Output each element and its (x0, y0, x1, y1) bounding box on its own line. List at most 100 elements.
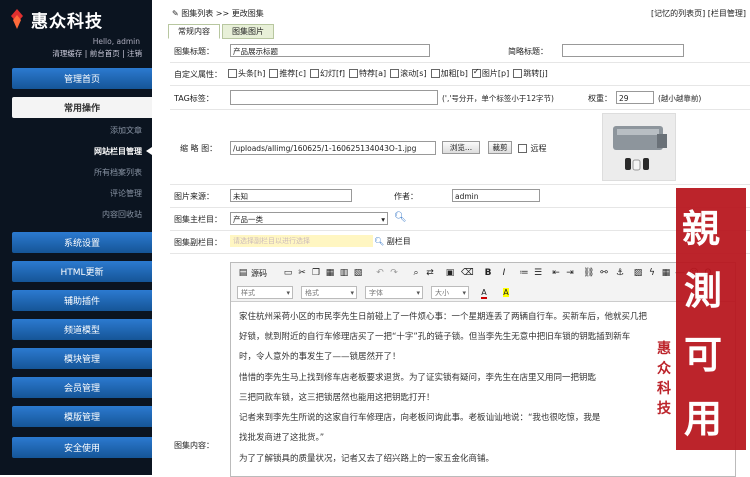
attr-option[interactable]: 图片[p] (471, 67, 510, 78)
attr-option[interactable]: 跳转[j] (513, 69, 548, 78)
weight-input[interactable]: 29 (616, 91, 654, 104)
nav-plugins[interactable]: 辅助插件 (12, 290, 152, 311)
font-combo[interactable]: 字体 (365, 286, 423, 300)
weight-hint: (越小越靠前) (658, 94, 702, 103)
sub-category-field[interactable]: 请选择副栏目以进行选择 (230, 235, 373, 247)
nav-recycle-bin[interactable]: 内容回收站 (102, 209, 142, 220)
attr-checkbox[interactable] (471, 67, 481, 78)
nav-members[interactable]: 会员管理 (12, 377, 152, 398)
paragraph: 记者来到李先生所说的这家自行车修理店，向老板问询此事。老板讪讪地说：“我也很吃惊… (239, 413, 601, 423)
source-label: 图片来源： (174, 192, 214, 201)
current-indicator (146, 147, 152, 155)
short-title-input[interactable] (562, 44, 684, 57)
header-links[interactable]: 清理缓存 | 前台首页 | 注销 (52, 48, 142, 59)
remove-format-icon[interactable]: ⌫ (461, 268, 474, 278)
nav-column-manage[interactable]: 网站栏目管理 (94, 146, 142, 157)
nav-add-article[interactable]: 添加文章 (110, 125, 142, 136)
author-input[interactable]: admin (452, 189, 540, 202)
source-input[interactable]: 未知 (230, 189, 352, 202)
attr-checkbox[interactable] (513, 69, 523, 78)
cut-icon[interactable]: ✂ (297, 268, 307, 278)
select-all-icon[interactable]: ▣ (445, 268, 455, 278)
flash-icon[interactable]: ϟ (647, 268, 657, 278)
attr-option[interactable]: 幻灯[f] (309, 69, 345, 78)
copy-icon[interactable]: ❐ (311, 268, 321, 278)
stamp-char: 親 (682, 207, 721, 251)
sub-category-button[interactable]: 🔍︎ 副栏目 (374, 236, 411, 247)
image-icon[interactable]: ▨ (633, 268, 643, 278)
attr-option[interactable]: 加粗[b] (430, 69, 468, 78)
indent-icon[interactable]: ⇥ (565, 268, 575, 278)
tab-images[interactable]: 图集图片 (222, 24, 274, 39)
crumb-list[interactable]: 图集列表 (181, 9, 213, 18)
bullet-list-icon[interactable]: ☰ (533, 268, 543, 278)
outdent-icon[interactable]: ⇤ (551, 268, 561, 278)
undo-icon[interactable]: ↶ (375, 268, 385, 278)
stamp-small-char: 技 (657, 401, 671, 417)
nav-security[interactable]: 安全使用 (12, 437, 152, 458)
attr-label: 图片[p] (481, 69, 510, 78)
paragraph: 三把同款车锁，这三把锁居然也能用这把钥匙打开！ (239, 393, 435, 403)
nav-channel-model[interactable]: 频道模型 (12, 319, 152, 340)
nav-common-ops[interactable]: 常用操作 (12, 97, 152, 118)
unlink-icon[interactable]: ⚯ (599, 268, 609, 278)
paste-icon[interactable]: ▦ (325, 268, 335, 278)
find-icon[interactable]: ⌕ (411, 268, 421, 278)
attr-option[interactable]: 特荐[a] (349, 69, 386, 78)
tag-row: TAG标签： (','号分开，单个标签小于12字节) 权重： 29 (越小越靠前… (170, 87, 750, 110)
nav-system-settings[interactable]: 系统设置 (12, 232, 152, 253)
nav-modules[interactable]: 模块管理 (12, 348, 152, 369)
link-icon[interactable]: ⛓ (583, 268, 594, 278)
main-category-value: 产品一类 (233, 215, 263, 224)
paste-text-icon[interactable]: ▥ (339, 268, 349, 278)
attr-checkbox[interactable] (228, 69, 237, 78)
nav-home[interactable]: 管理首页 (12, 68, 152, 89)
attr-label: 特荐[a] (359, 69, 387, 78)
numbered-list-icon[interactable]: ≔ (519, 268, 529, 278)
thumb-path-input[interactable]: /uploads/allimg/160625/1-160625134043O-1… (230, 141, 436, 155)
nav-templates[interactable]: 模版管理 (12, 406, 152, 427)
tab-regular[interactable]: 常规内容 (168, 24, 220, 39)
nav-html-update[interactable]: HTML更新 (12, 261, 152, 282)
style-combo[interactable]: 样式 (237, 286, 293, 300)
thumbnail-preview[interactable] (602, 113, 676, 181)
title-input[interactable]: 产品展示标题 (230, 44, 430, 57)
crop-button[interactable]: 裁剪 (488, 141, 512, 154)
attr-checkbox[interactable] (349, 69, 359, 78)
browse-button[interactable]: 浏览... (442, 141, 480, 154)
nav-all-archives[interactable]: 所有档案列表 (94, 167, 142, 178)
paste-word-icon[interactable]: ▧ (353, 268, 363, 278)
attr-checkbox[interactable] (390, 69, 400, 78)
attr-option[interactable]: 头条[h] (228, 69, 265, 78)
stamp-small-char: 众 (657, 361, 671, 377)
italic-icon[interactable]: I (499, 268, 509, 278)
text-color-icon[interactable]: A (479, 288, 489, 299)
background-color-icon[interactable]: A (501, 288, 511, 298)
attr-checkbox[interactable] (430, 69, 440, 78)
format-combo[interactable]: 格式 (301, 286, 357, 300)
attr-checkbox[interactable] (269, 69, 279, 78)
attr-checkbox[interactable] (309, 69, 319, 78)
anchor-icon[interactable]: ⚓ (615, 268, 625, 278)
redo-icon[interactable]: ↷ (389, 268, 399, 278)
attr-option[interactable]: 推荐[c] (269, 69, 306, 78)
stamp-side-box: 惠 众 科 技 (654, 338, 674, 418)
size-combo[interactable]: 大小 (431, 286, 469, 300)
main-category-select[interactable]: 产品一类 ▾ (230, 212, 388, 225)
bold-icon[interactable]: B (483, 268, 493, 278)
table-icon[interactable]: ▦ (661, 268, 671, 278)
tag-input[interactable] (230, 90, 438, 105)
source-icon[interactable]: ▤ (237, 268, 249, 278)
column-manage-link[interactable]: [栏目管理] (708, 9, 746, 18)
source-button[interactable]: 源码 (251, 268, 267, 279)
attr-option[interactable]: 滚动[s] (390, 69, 427, 78)
back-to-list-link[interactable]: [记忆的列表页] (651, 9, 705, 18)
remote-option[interactable]: 远程 (518, 143, 547, 154)
replace-icon[interactable]: ⇄ (425, 268, 435, 278)
search-icon[interactable]: 🔍︎ (394, 212, 407, 223)
new-page-icon[interactable]: ▭ (283, 268, 293, 278)
nav-comments[interactable]: 评论管理 (110, 188, 142, 199)
tag-hint: (','号分开，单个标签小于12字节) (442, 94, 554, 103)
remote-checkbox[interactable] (518, 144, 527, 153)
attr-label: 推荐[c] (279, 69, 306, 78)
